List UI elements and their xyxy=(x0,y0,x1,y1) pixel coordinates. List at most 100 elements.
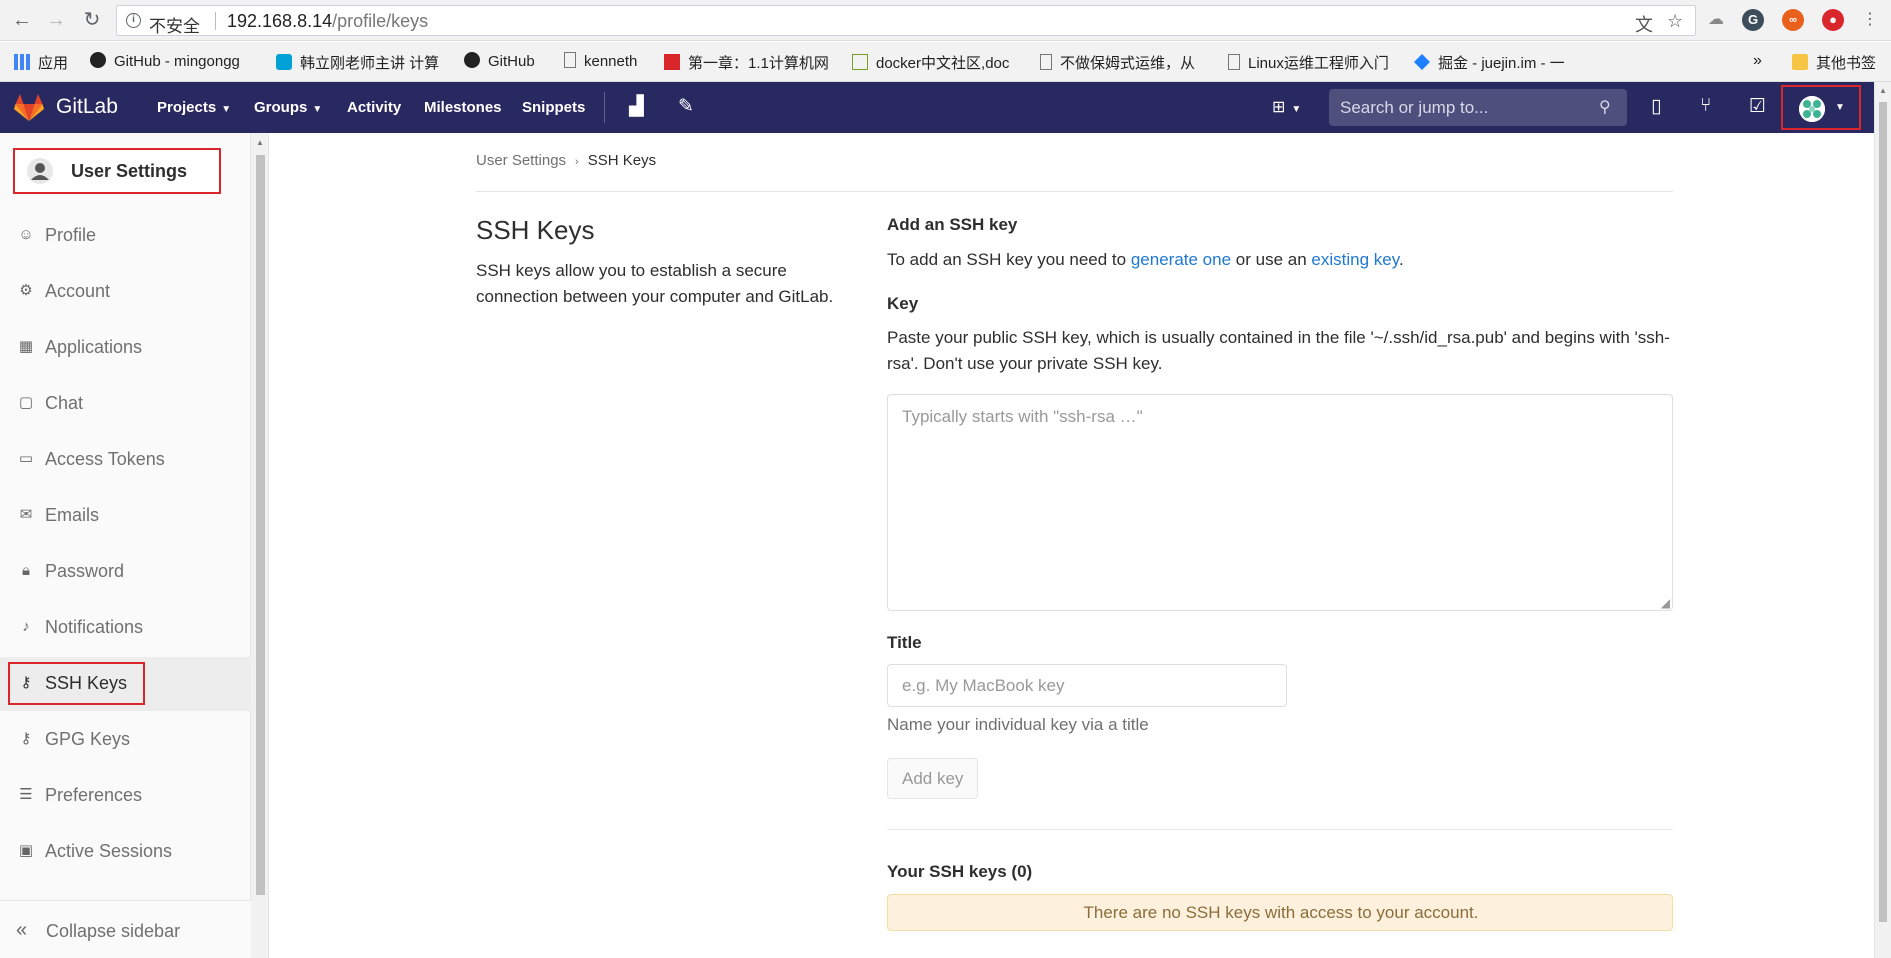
other-bookmarks[interactable]: 其他书签 xyxy=(1792,52,1876,73)
sidebar-item-gpg-keys[interactable]: ⚷ GPG Keys xyxy=(0,713,251,767)
page-scroll-thumb[interactable] xyxy=(1879,102,1887,922)
translate-icon[interactable]: 文 xyxy=(1635,11,1653,37)
bookmark-item[interactable]: 掘金 - juejin.im - 一 xyxy=(1414,52,1584,73)
nav-activity[interactable]: Activity xyxy=(347,99,401,116)
todos-icon[interactable]: ☑ xyxy=(1749,95,1766,118)
title-input[interactable]: e.g. My MacBook key xyxy=(887,664,1287,707)
sidebar-item-label: Access Tokens xyxy=(45,449,165,469)
extension-cloud-icon[interactable]: ☁ xyxy=(1705,9,1727,31)
user-menu-highlight[interactable]: ▼ xyxy=(1781,85,1861,130)
nav-projects[interactable]: Projects ▼ xyxy=(157,99,231,116)
sliders-icon: ☰ xyxy=(19,786,33,803)
existing-key-link[interactable]: existing key xyxy=(1311,250,1399,269)
sidebar-item-label: Active Sessions xyxy=(45,841,173,861)
sidebar-item-applications[interactable]: ▦ Applications xyxy=(0,321,251,375)
collapse-sidebar-button[interactable]: « Collapse sidebar xyxy=(0,900,251,958)
extension-infinity-icon[interactable]: ∞ xyxy=(1782,9,1804,31)
ssh-key-textarea[interactable]: Typically starts with "ssh-rsa …" ◢ xyxy=(887,394,1673,611)
sidebar-item-notifications[interactable]: ♪ Notifications xyxy=(0,601,251,655)
url-text[interactable]: 192.168.8.14/profile/keys xyxy=(227,11,428,32)
sidebar-item-label: Notifications xyxy=(45,617,144,637)
header-divider xyxy=(604,92,605,123)
gitlab-logo-icon[interactable] xyxy=(14,94,44,122)
issues-icon[interactable]: ▯ xyxy=(1651,95,1661,118)
chat-icon: ▢ xyxy=(18,394,34,411)
chevron-down-icon: ▼ xyxy=(312,104,323,115)
browser-toolbar: ← → ↻ i 不安全 192.168.8.14/profile/keys 文 … xyxy=(0,0,1891,41)
bookmark-item[interactable]: Linux运维工程师入门 xyxy=(1228,52,1398,73)
bookmark-item[interactable]: 不做保姆式运维，从 xyxy=(1040,52,1210,73)
scroll-up-arrow-icon[interactable]: ▲ xyxy=(256,138,264,147)
bookmark-item[interactable]: 第一章：1.1计算机网 xyxy=(664,52,834,73)
admin-wrench-icon[interactable]: ✎ xyxy=(678,95,694,118)
monitor-icon: ▣ xyxy=(18,842,34,859)
nav-milestones[interactable]: Milestones xyxy=(424,99,502,116)
star-icon[interactable]: ☆ xyxy=(1667,11,1683,32)
bookmark-label: GitHub - mingongg xyxy=(114,53,240,70)
add-ssh-key-instructions: To add an SSH key you need to generate o… xyxy=(887,247,1404,273)
github-icon xyxy=(90,52,106,68)
merge-requests-icon[interactable]: ⑂ xyxy=(1700,95,1711,117)
gitlab-header: GitLab Projects ▼ Groups ▼ Activity Milest… xyxy=(0,82,1891,133)
address-bar[interactable]: i 不安全 192.168.8.14/profile/keys 文 ☆ xyxy=(116,5,1696,36)
reload-icon[interactable]: ↻ xyxy=(80,8,104,32)
add-key-button[interactable]: Add key xyxy=(887,758,978,799)
sidebar-item-access-tokens[interactable]: ▭ Access Tokens xyxy=(0,433,251,487)
bookmark-item[interactable]: kenneth xyxy=(564,52,637,70)
key-placeholder: Typically starts with "ssh-rsa …" xyxy=(902,407,1143,426)
apps-grid-icon xyxy=(14,54,30,70)
user-avatar[interactable] xyxy=(1799,96,1825,122)
new-item-plus-icon[interactable]: ⊞ ▼ xyxy=(1272,97,1301,117)
generate-one-link[interactable]: generate one xyxy=(1131,250,1231,269)
sidebar-header-user-settings[interactable]: User Settings xyxy=(13,148,221,194)
sidebar-item-preferences[interactable]: ☰ Preferences xyxy=(0,769,251,823)
extension-g-icon[interactable]: G xyxy=(1742,9,1764,31)
gitlab-brand[interactable]: GitLab xyxy=(56,95,118,119)
sidebar-title: User Settings xyxy=(71,161,188,181)
sidebar-item-account[interactable]: ⚙ Account xyxy=(0,265,251,319)
sidebar-item-emails[interactable]: ✉ Emails xyxy=(0,489,251,543)
nav-groups[interactable]: Groups ▼ xyxy=(254,99,322,116)
search-input[interactable]: Search or jump to... ⚲ xyxy=(1329,89,1627,126)
bookmark-item[interactable]: GitHub xyxy=(464,52,535,70)
nav-snippets[interactable]: Snippets xyxy=(522,99,585,116)
admin-chart-icon[interactable]: ▟ xyxy=(629,95,644,118)
page-scrollbar[interactable]: ▲ xyxy=(1874,82,1891,958)
info-icon[interactable]: i xyxy=(126,13,141,28)
resize-grip-icon[interactable]: ◢ xyxy=(1661,596,1670,610)
url-path: /profile/keys xyxy=(332,11,429,31)
forward-arrow-icon[interactable]: → xyxy=(44,8,68,32)
menu-dots-icon[interactable]: ⋮ xyxy=(1858,8,1882,32)
sidebar-item-label: Preferences xyxy=(45,785,143,805)
sidebar-item-active-sessions[interactable]: ▣ Active Sessions xyxy=(0,825,251,879)
your-ssh-keys-heading: Your SSH keys (0) xyxy=(887,862,1033,881)
search-placeholder: Search or jump to... xyxy=(1340,98,1489,117)
bookmark-item[interactable]: docker中文社区,doc xyxy=(852,52,1022,73)
applications-icon: ▦ xyxy=(18,338,34,355)
extension-shield-icon[interactable]: ● xyxy=(1822,9,1844,31)
instruction-text: . xyxy=(1398,250,1404,269)
back-arrow-icon[interactable]: ← xyxy=(10,8,34,32)
breadcrumb-current[interactable]: SSH Keys xyxy=(588,152,656,169)
sidebar-item-chat[interactable]: ▢ Chat xyxy=(0,377,251,431)
url-host: 192.168.8.14 xyxy=(227,11,333,31)
bookmark-label: 应用 xyxy=(38,55,69,72)
sidebar-scroll-thumb[interactable] xyxy=(256,155,265,895)
sidebar-item-profile[interactable]: ☺ Profile xyxy=(0,209,251,263)
no-keys-alert: There are no SSH keys with access to you… xyxy=(887,894,1673,931)
bookmark-item[interactable]: GitHub - mingongg xyxy=(90,52,258,70)
scroll-up-arrow-icon[interactable]: ▲ xyxy=(1879,86,1887,95)
more-bookmarks-button[interactable]: » xyxy=(1753,52,1762,70)
sidebar-scrollbar[interactable]: ▲ xyxy=(251,133,269,958)
key-label: Key xyxy=(887,294,919,313)
breadcrumb-parent[interactable]: User Settings xyxy=(476,152,566,169)
bookmark-item[interactable]: 应用 xyxy=(14,52,68,73)
page-title: SSH Keys xyxy=(476,215,595,245)
sidebar-item-password[interactable]: 🔒︎ Password xyxy=(0,545,251,599)
sidebar-item-label: Account xyxy=(45,281,111,301)
bookmark-item[interactable]: 韩立刚老师主讲 计算 xyxy=(276,52,446,73)
avatar-pattern-icon xyxy=(1799,96,1825,122)
bookmark-label: docker中文社区,doc xyxy=(876,55,1010,72)
bookmark-label: 掘金 - juejin.im - 一 xyxy=(1438,55,1565,72)
no-keys-message: There are no SSH keys with access to you… xyxy=(1083,903,1479,922)
